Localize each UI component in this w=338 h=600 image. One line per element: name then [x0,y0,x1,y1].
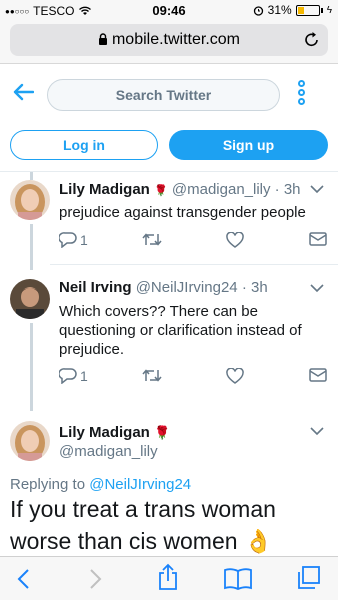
chevron-down-icon[interactable] [310,185,324,194]
status-right: 31% ϟ [253,3,332,17]
bookmarks-icon[interactable] [223,567,253,591]
author-handle[interactable]: @NeilJIrving24 [136,279,238,296]
arrow-left-icon[interactable] [12,83,34,101]
author-handle[interactable]: @madigan_lily [59,443,158,460]
time-separator: · [274,181,280,198]
battery-icon [295,4,320,16]
tweet-text: prejudice against transgender people [59,204,306,221]
reply-button[interactable]: 1 [59,232,88,248]
retweet-button[interactable] [142,232,162,247]
address-bar[interactable]: mobile.twitter.com [10,24,328,56]
reply-count: 1 [80,232,88,248]
tweet[interactable]: Lily Madigan 🌹 @madigan_lily · 3h prejud… [0,172,338,264]
author-name[interactable]: Lily Madigan 🌹 [59,424,170,441]
author-name[interactable]: Neil Irving [59,279,132,296]
retweet-icon [142,233,162,246]
chevron-down-icon[interactable] [310,427,324,436]
battery-cap [320,7,323,13]
battery-fill [297,6,304,14]
vertical-dots-icon[interactable] [298,80,308,107]
author-name-text: Lily Madigan [59,424,150,441]
signup-button[interactable]: Sign up [169,130,328,160]
replying-to: Replying to @NeilJIrving24 [10,476,191,493]
tweet[interactable]: Neil Irving @NeilJIrving24 · 3h Which co… [0,265,338,405]
tweet-actions: 1 [59,232,329,252]
auth-bar: Log in Sign up [0,120,338,172]
battery-percent: 31% [267,3,292,17]
reload-icon[interactable] [304,31,320,48]
url-display: mobile.twitter.com [10,31,328,49]
tweet-time[interactable]: 3h [284,181,301,198]
tweet-header: Neil Irving @NeilJIrving24 · 3h [59,279,268,296]
ok-hand-emoji: 👌 [243,528,273,554]
author-handle[interactable]: @madigan_lily [172,181,271,198]
back-icon[interactable] [16,568,30,590]
tabs-icon[interactable] [296,565,322,591]
forward-icon[interactable] [89,568,103,590]
like-button[interactable] [226,368,244,384]
reply-count: 1 [80,368,88,384]
reply-button[interactable]: 1 [59,368,88,384]
retweet-icon [142,369,162,382]
lock-icon [98,33,107,45]
tweet-text-body: If you treat a trans woman worse than ci… [10,496,276,554]
tweet-time[interactable]: 3h [251,279,268,296]
like-button[interactable] [226,232,244,248]
search-input[interactable]: Search Twitter [47,79,280,111]
charging-icon: ϟ [326,4,332,16]
avatar[interactable] [10,180,50,220]
share-icon[interactable] [157,563,179,591]
browser-toolbar [0,556,338,600]
reply-mention-link[interactable]: @NeilJIrving24 [89,476,191,493]
envelope-icon [309,368,327,382]
rose-emoji: 🌹 [154,425,171,440]
avatar[interactable] [10,421,50,461]
tweet-actions: 1 [59,368,329,388]
twitter-nav: Search Twitter [0,65,338,120]
tweet-text: Which covers?? There can be questioning … [59,303,302,358]
author-name[interactable]: Lily Madigan [59,181,150,198]
login-button[interactable]: Log in [10,130,158,160]
main-tweet[interactable]: Lily Madigan 🌹 @madigan_lily Replying to… [0,405,338,556]
alarm-icon [253,5,263,16]
time-separator: · [241,279,247,296]
tweet-header: Lily Madigan 🌹 @madigan_lily · 3h [59,181,301,198]
heart-icon [226,232,244,248]
dm-button[interactable] [309,232,327,246]
dm-button[interactable] [309,368,327,382]
url-text: mobile.twitter.com [111,31,241,48]
rose-emoji: 🌹 [154,185,168,197]
chevron-down-icon[interactable] [310,284,324,293]
tweet-text: If you treat a trans woman worse than ci… [10,493,330,557]
avatar[interactable] [10,279,50,319]
heart-icon [226,368,244,384]
browser-address-area: mobile.twitter.com [0,20,338,64]
reply-icon [59,232,77,248]
replying-label: Replying to [10,476,86,493]
reply-icon [59,368,77,384]
envelope-icon [309,232,327,246]
retweet-button[interactable] [142,368,162,383]
status-bar: ●●○○○ TESCO 09:46 31% ϟ [0,0,338,20]
